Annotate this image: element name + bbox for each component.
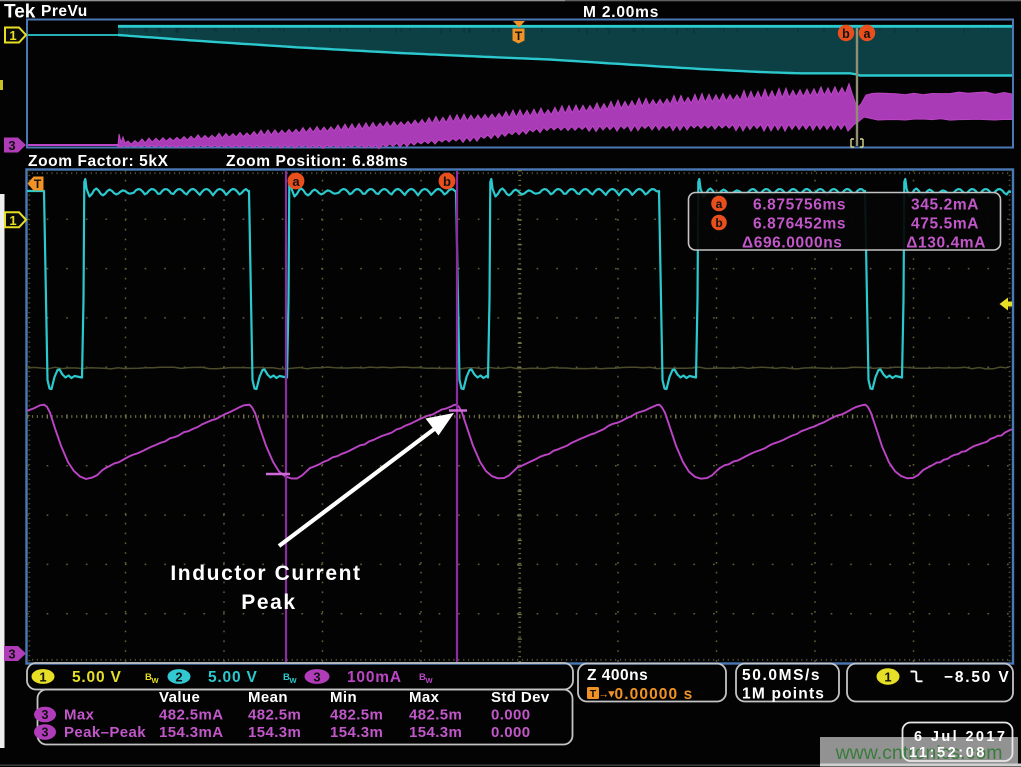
svg-text:1: 1 bbox=[9, 28, 16, 43]
svg-text:1: 1 bbox=[9, 213, 16, 228]
svg-text:−8.50 V: −8.50 V bbox=[944, 669, 1010, 686]
svg-text:T: T bbox=[515, 29, 523, 43]
svg-text:3: 3 bbox=[8, 138, 15, 153]
svg-text:0.00000 s: 0.00000 s bbox=[615, 686, 694, 703]
svg-text:154.3m: 154.3m bbox=[409, 724, 462, 741]
svg-text:a: a bbox=[864, 27, 872, 41]
svg-text:W: W bbox=[290, 676, 298, 685]
svg-text:Δ696.0000ns: Δ696.0000ns bbox=[742, 235, 842, 252]
svg-text:154.3m: 154.3m bbox=[330, 724, 383, 741]
svg-text:6 Jul 2017: 6 Jul 2017 bbox=[914, 729, 1007, 745]
svg-text:Zoom Position: 6.88ms: Zoom Position: 6.88ms bbox=[226, 153, 408, 170]
svg-text:Max: Max bbox=[409, 689, 440, 706]
svg-text:Zoom Factor: 5kX: Zoom Factor: 5kX bbox=[28, 153, 169, 170]
svg-text:Std Dev: Std Dev bbox=[491, 689, 550, 706]
svg-text:Peak–Peak: Peak–Peak bbox=[64, 724, 146, 741]
svg-text:M 2.00ms: M 2.00ms bbox=[583, 4, 659, 21]
svg-text:11:52:08: 11:52:08 bbox=[909, 745, 987, 761]
svg-text:1: 1 bbox=[884, 670, 891, 685]
svg-text:Mean: Mean bbox=[248, 689, 288, 706]
svg-text:Peak: Peak bbox=[241, 591, 296, 614]
svg-text:T: T bbox=[34, 177, 42, 191]
svg-text:482.5mA: 482.5mA bbox=[159, 707, 224, 724]
svg-text:Value: Value bbox=[159, 689, 200, 706]
svg-text:5.00 V: 5.00 V bbox=[208, 669, 258, 686]
svg-text:482.5m: 482.5m bbox=[409, 707, 462, 724]
svg-text:a: a bbox=[292, 174, 300, 189]
svg-text:W: W bbox=[426, 676, 434, 685]
svg-text:100mA: 100mA bbox=[347, 669, 402, 686]
svg-text:Min: Min bbox=[330, 689, 357, 706]
svg-text:475.5mA: 475.5mA bbox=[911, 216, 979, 233]
svg-text:b: b bbox=[443, 174, 451, 189]
svg-text:5.00 V: 5.00 V bbox=[72, 669, 122, 686]
svg-text:Δ130.4mA: Δ130.4mA bbox=[906, 235, 986, 252]
svg-text:154.3mA: 154.3mA bbox=[159, 724, 224, 741]
svg-text:6.876452ms: 6.876452ms bbox=[753, 216, 846, 233]
svg-text:3: 3 bbox=[313, 670, 320, 685]
svg-text:154.3m: 154.3m bbox=[248, 724, 301, 741]
svg-text:T: T bbox=[590, 688, 597, 700]
svg-text:50.0MS/s: 50.0MS/s bbox=[742, 667, 821, 684]
svg-text:1M points: 1M points bbox=[742, 686, 825, 703]
svg-text:1: 1 bbox=[39, 670, 46, 685]
svg-text:482.5m: 482.5m bbox=[330, 707, 383, 724]
svg-text:482.5m: 482.5m bbox=[248, 707, 301, 724]
svg-text:Z 400ns: Z 400ns bbox=[587, 667, 648, 684]
svg-text:b: b bbox=[715, 216, 722, 230]
svg-text:b: b bbox=[842, 27, 850, 41]
svg-text:Max: Max bbox=[64, 707, 95, 724]
svg-text:W: W bbox=[152, 676, 160, 685]
svg-text:PreVu: PreVu bbox=[41, 3, 88, 20]
svg-text:345.2mA: 345.2mA bbox=[911, 197, 979, 214]
svg-text:a: a bbox=[716, 197, 723, 211]
svg-text:0.000: 0.000 bbox=[491, 707, 531, 724]
svg-text:3: 3 bbox=[42, 726, 49, 740]
svg-text:0.000: 0.000 bbox=[491, 724, 531, 741]
svg-text:Inductor Current: Inductor Current bbox=[170, 562, 361, 585]
svg-text:6.875756ms: 6.875756ms bbox=[753, 197, 846, 214]
svg-text:3: 3 bbox=[8, 647, 15, 662]
svg-text:2: 2 bbox=[175, 670, 182, 685]
svg-text:3: 3 bbox=[42, 708, 49, 722]
